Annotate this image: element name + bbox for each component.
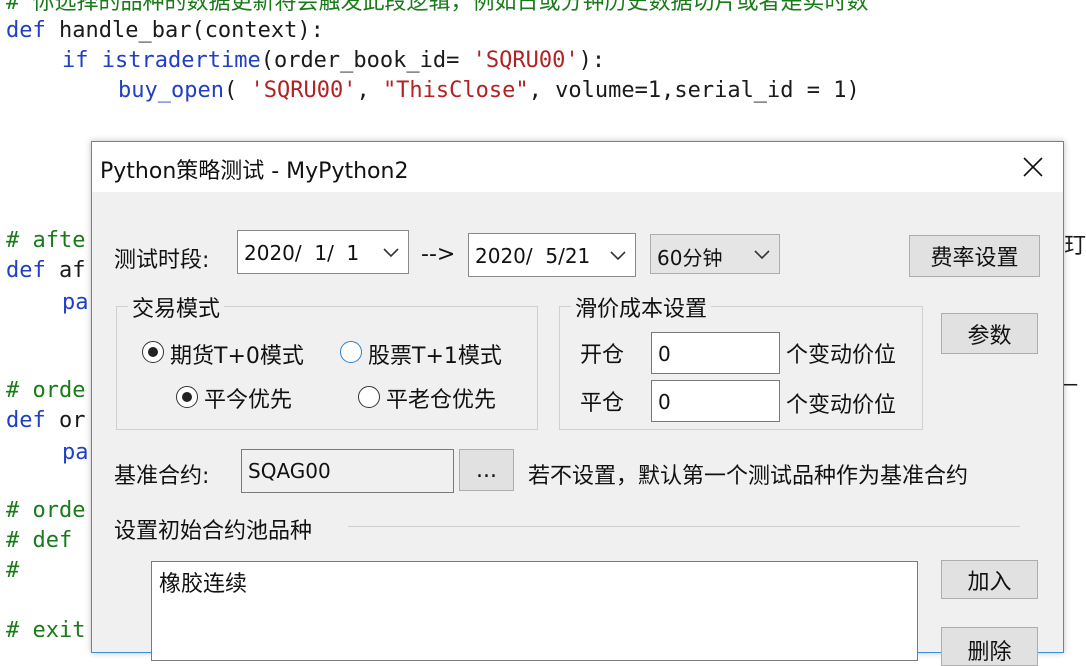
benchmark-value: SQAG00 xyxy=(248,459,331,483)
code-line: # xyxy=(6,558,20,583)
close-icon xyxy=(1023,157,1043,177)
code-keyword: if xyxy=(62,48,89,73)
code-string: 'SQRU00' xyxy=(250,78,357,103)
close-today-first-label[interactable]: 平今优先 xyxy=(204,382,292,414)
section-divider xyxy=(348,526,1020,527)
code-line: buy_open( 'SQRU00', "ThisClose", volume=… xyxy=(118,76,860,106)
code-function: istradertime xyxy=(101,48,261,73)
dialog-title: Python策略测试 - MyPython2 xyxy=(100,159,409,184)
code-keyword: def xyxy=(6,408,46,433)
chevron-down-icon xyxy=(610,251,626,261)
params-button[interactable]: 参数 xyxy=(941,313,1038,354)
list-item[interactable]: 橡胶连续 xyxy=(159,566,247,598)
code-text: ( xyxy=(223,78,251,103)
code-line: def or xyxy=(6,406,86,436)
code-text: ): xyxy=(578,48,606,73)
end-date-value: 2020/ 5/21 xyxy=(475,244,591,268)
code-text: (order_book_id= xyxy=(260,48,473,73)
code-line: # afte xyxy=(6,228,86,253)
close-position-label: 平仓 xyxy=(580,391,625,416)
delete-button[interactable]: 删除 xyxy=(941,627,1038,666)
dialog-titlebar[interactable]: Python策略测试 - MyPython2 xyxy=(92,142,1063,192)
browse-benchmark-button[interactable]: ... xyxy=(459,449,514,491)
contract-pool-list[interactable]: 橡胶连续 xyxy=(151,561,918,661)
code-line: # orde xyxy=(6,498,86,523)
code-keyword: def xyxy=(6,258,46,283)
chevron-down-icon xyxy=(754,250,770,260)
benchmark-label: 基准合约: xyxy=(114,464,210,489)
close-slippage-value: 0 xyxy=(658,390,671,414)
open-slippage-unit: 个变动价位 xyxy=(786,343,897,368)
code-function: buy_open xyxy=(118,78,224,103)
close-button[interactable] xyxy=(1003,142,1063,192)
close-today-first-radio[interactable] xyxy=(176,386,198,408)
code-line: pa xyxy=(62,290,89,315)
code-line: pa xyxy=(62,440,89,465)
chevron-down-icon xyxy=(383,248,399,258)
strategy-test-dialog: Python策略测试 - MyPython2 测试时段: 2020/ 1/ 1 … xyxy=(91,141,1064,666)
slippage-title: 滑价成本设置 xyxy=(571,291,712,323)
code-line: if istradertime(order_book_id= 'SQRU00')… xyxy=(62,46,605,76)
stocks-mode-radio[interactable] xyxy=(340,341,362,363)
interval-select[interactable]: 60分钟 xyxy=(650,234,780,274)
code-text-clipped: 玎 xyxy=(1064,234,1086,259)
stocks-mode-label[interactable]: 股票T+1模式 xyxy=(368,338,502,370)
close-old-first-radio[interactable] xyxy=(358,386,380,408)
add-button[interactable]: 加入 xyxy=(941,560,1038,599)
code-line: # def xyxy=(6,528,73,553)
pool-title: 设置初始合约池品种 xyxy=(114,519,313,544)
benchmark-hint: 若不设置，默认第一个测试品种作为基准合约 xyxy=(528,464,969,489)
start-date-picker[interactable]: 2020/ 1/ 1 xyxy=(237,230,409,274)
interval-value: 60分钟 xyxy=(657,246,723,270)
code-line: def handle_bar(context): xyxy=(6,16,324,46)
futures-mode-radio[interactable] xyxy=(142,341,164,363)
close-old-first-label[interactable]: 平老仓优先 xyxy=(386,382,496,414)
code-string: "ThisClose" xyxy=(382,78,529,103)
code-text: af xyxy=(45,258,86,283)
code-line: def af xyxy=(6,256,86,286)
open-slippage-value: 0 xyxy=(658,342,671,366)
close-slippage-unit: 个变动价位 xyxy=(786,393,897,418)
period-label: 测试时段: xyxy=(114,248,210,273)
code-keyword: def xyxy=(6,18,46,43)
code-line: # orde xyxy=(6,378,86,403)
open-slippage-input[interactable]: 0 xyxy=(651,332,780,374)
trade-mode-title: 交易模式 xyxy=(128,291,225,323)
date-range-arrow: --> xyxy=(421,242,456,267)
code-text: , xyxy=(356,78,383,103)
code-text: , volume=1,serial_id = 1) xyxy=(528,78,860,103)
futures-mode-label[interactable]: 期货T+0模式 xyxy=(170,338,304,370)
start-date-value: 2020/ 1/ 1 xyxy=(244,241,360,265)
benchmark-input[interactable]: SQAG00 xyxy=(241,449,454,493)
code-text: handle_bar(context): xyxy=(45,18,324,43)
code-string: 'SQRU00' xyxy=(472,48,579,73)
code-text: or xyxy=(45,408,86,433)
close-slippage-input[interactable]: 0 xyxy=(651,380,780,422)
fee-settings-button[interactable]: 费率设置 xyxy=(909,235,1040,277)
code-text-clipped: — xyxy=(1064,372,1078,397)
open-position-label: 开仓 xyxy=(580,343,625,368)
end-date-picker[interactable]: 2020/ 5/21 xyxy=(468,233,636,277)
